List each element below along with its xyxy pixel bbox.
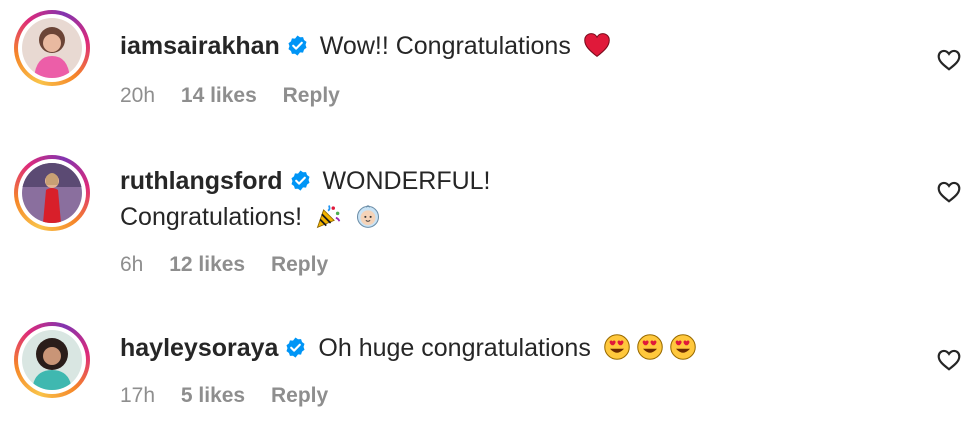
comment-body: Wow!! Congratulations xyxy=(319,32,571,60)
comment: hayleysoraya Oh huge congratulations 17h… xyxy=(0,310,980,427)
baby-emoji-icon xyxy=(354,202,382,230)
username[interactable]: hayleysoraya xyxy=(120,334,278,362)
avatar[interactable] xyxy=(14,155,90,231)
like-heart-icon[interactable] xyxy=(936,47,962,73)
username[interactable]: iamsairakhan xyxy=(120,32,280,60)
verified-badge-icon xyxy=(286,34,309,57)
heart-eyes-emoji-icon xyxy=(603,333,631,361)
comment-meta: 17h 5 likes Reply xyxy=(120,384,348,408)
verified-badge-icon xyxy=(284,336,307,359)
username[interactable]: ruthlangsford xyxy=(120,167,283,195)
comment-body-line1: WONDERFUL! xyxy=(322,167,491,195)
comment-body-line2: Congratulations! xyxy=(120,203,303,231)
avatar[interactable] xyxy=(14,322,90,398)
reply-button[interactable]: Reply xyxy=(271,384,328,407)
comment-text: hayleysoraya Oh huge congratulations xyxy=(120,330,697,366)
timestamp[interactable]: 6h xyxy=(120,253,143,276)
avatar[interactable] xyxy=(14,10,90,86)
timestamp[interactable]: 20h xyxy=(120,84,155,107)
red-heart-emoji-icon xyxy=(583,31,611,59)
likes-count[interactable]: 14 likes xyxy=(181,84,257,107)
comment: iamsairakhan Wow!! Congratulations 20h 1… xyxy=(0,0,980,130)
timestamp[interactable]: 17h xyxy=(120,384,155,407)
verified-badge-icon xyxy=(289,169,312,192)
comment-meta: 6h 12 likes Reply xyxy=(120,253,348,277)
comment-meta: 20h 14 likes Reply xyxy=(120,84,360,108)
comment: ruthlangsford WONDERFUL! Congratulations… xyxy=(0,145,980,285)
likes-count[interactable]: 5 likes xyxy=(181,384,245,407)
like-heart-icon[interactable] xyxy=(936,179,962,205)
party-popper-emoji-icon xyxy=(314,202,342,230)
comment-text: ruthlangsford WONDERFUL! Congratulations… xyxy=(120,163,491,235)
comment-body: Oh huge congratulations xyxy=(318,334,591,362)
reply-button[interactable]: Reply xyxy=(283,84,340,107)
like-heart-icon[interactable] xyxy=(936,347,962,373)
reply-button[interactable]: Reply xyxy=(271,253,328,276)
comment-text: iamsairakhan Wow!! Congratulations xyxy=(120,28,611,64)
likes-count[interactable]: 12 likes xyxy=(169,253,245,276)
heart-eyes-emoji-icon xyxy=(669,333,697,361)
heart-eyes-emoji-icon xyxy=(636,333,664,361)
